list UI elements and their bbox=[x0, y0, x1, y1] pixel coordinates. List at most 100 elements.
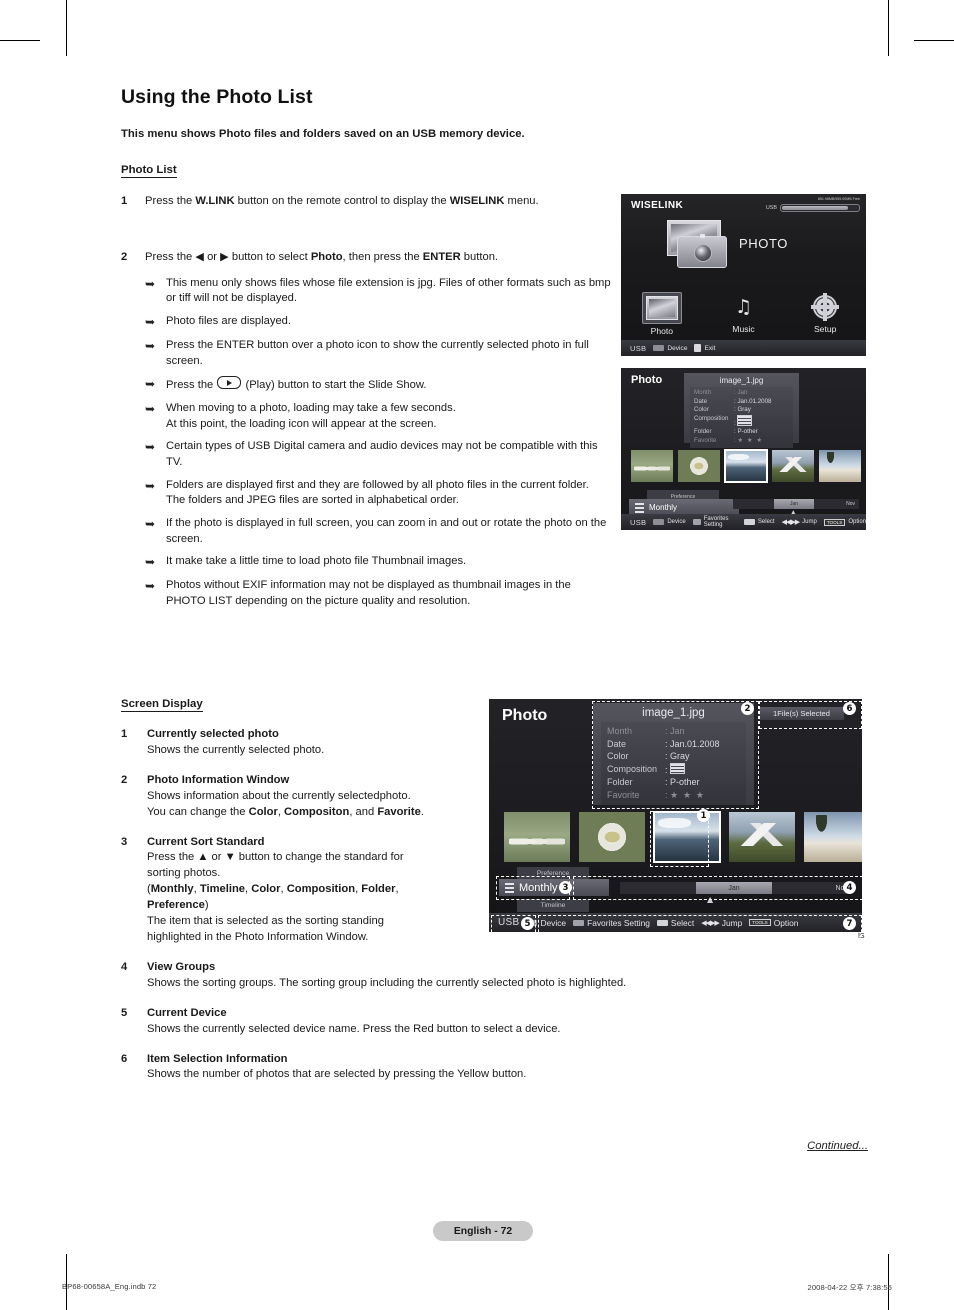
callout-number-6: 6 bbox=[843, 702, 856, 715]
bottom-bar-label: Select bbox=[670, 917, 695, 928]
crop-mark-top-right-h bbox=[914, 40, 954, 41]
favorite-stars: ★ ★ ★ bbox=[737, 436, 764, 444]
bottom-bar-item-favorites-setting[interactable]: Favorites Setting bbox=[692, 516, 737, 528]
bottom-bar-item-select[interactable]: Select bbox=[656, 917, 695, 928]
note-item: ➥ Press the ENTER button over a photo ico… bbox=[145, 338, 611, 369]
info-key: Date bbox=[694, 397, 708, 405]
screen-display-item-4: 4 View Groups Shows the sorting groups. Th… bbox=[121, 960, 821, 992]
bottom-bar-item-exit[interactable]: Exit bbox=[694, 344, 715, 352]
sort-below-label[interactable]: Timeline bbox=[517, 899, 589, 912]
bottom-bar-item-option[interactable]: TOOLS Option bbox=[749, 918, 798, 928]
photo-list-bottom-bar: USB Device Favorites Setting Select ◀◀▶▶ Jump… bbox=[489, 913, 862, 932]
photo-filename: image_1.jpg bbox=[642, 707, 705, 719]
tv-screenshot-photo-list-small: Photo image_1.jpg Month: Jan Date: Jan.01… bbox=[621, 368, 866, 530]
bottom-bar-item-favorites-setting[interactable]: Favorites Setting bbox=[573, 918, 650, 928]
gear-icon bbox=[784, 292, 866, 322]
bottom-bar-item-option[interactable]: TOOLS Option bbox=[823, 518, 866, 526]
photo-information-window-small: image_1.jpg Month: Jan Date: Jan.01.2008 C… bbox=[684, 373, 799, 448]
description-line: Shows the sorting groups. The sorting gr… bbox=[147, 976, 627, 989]
thumbnail-sheep-photo[interactable] bbox=[504, 812, 570, 862]
thumbnail-sea-photo[interactable] bbox=[724, 449, 768, 483]
bottom-bar-label-device: Device bbox=[667, 344, 688, 352]
group-last: Nov bbox=[835, 884, 848, 892]
group-caret: ▲ bbox=[707, 895, 714, 904]
info-key: Month bbox=[694, 389, 712, 396]
step-1: 1 Press the W.LINK button on the remote c… bbox=[121, 194, 611, 210]
thumbnail-flower-photo[interactable] bbox=[579, 812, 645, 862]
view-groups-bar-small[interactable]: Jan Nov bbox=[733, 499, 859, 509]
item-number: 5 bbox=[121, 1006, 128, 1019]
bottom-bar-label: Jump bbox=[802, 519, 817, 525]
item-number: 1 bbox=[121, 728, 128, 740]
bottom-bar-device-name: USB bbox=[498, 917, 520, 928]
note-text: It make take a little time to load photo… bbox=[166, 555, 467, 568]
info-row-folder: Folder: P-other bbox=[694, 428, 789, 437]
thumbnail-flower-photo[interactable] bbox=[678, 450, 720, 482]
bottom-bar-label: Favorites Setting bbox=[587, 917, 650, 928]
info-key: Favorite bbox=[607, 789, 640, 800]
yellow-key-icon bbox=[656, 919, 668, 926]
green-key-icon bbox=[692, 519, 701, 525]
thumbnail-sheep-photo[interactable] bbox=[631, 450, 673, 482]
wiselink-menu-item-setup[interactable]: Setup bbox=[784, 292, 866, 336]
info-key: Composition bbox=[607, 763, 658, 774]
crop-mark-top-left-h bbox=[0, 40, 40, 41]
thumbnail-mountain-photo[interactable] bbox=[729, 812, 795, 862]
description-line: Shows information about the currently se… bbox=[147, 789, 411, 802]
sort-current-label-small: Monthly bbox=[649, 503, 678, 512]
description-line: highlighted in the Photo Information Win… bbox=[147, 930, 369, 943]
info-value: : Jan bbox=[665, 726, 685, 736]
item-number: 4 bbox=[121, 960, 128, 973]
wiselink-menu-item-music[interactable]: ♫ Music bbox=[703, 292, 785, 336]
bottom-bar-label: Option bbox=[848, 519, 866, 525]
photo-thumbnail-strip-small bbox=[631, 449, 861, 483]
bottom-bar-item-select[interactable]: Select bbox=[743, 519, 775, 525]
note-text: Certain types of USB Digital camera and … bbox=[166, 440, 598, 468]
callout-number-7: 7 bbox=[843, 917, 856, 930]
thumbnail-palm-photo[interactable] bbox=[819, 450, 861, 482]
sort-current[interactable]: Monthly bbox=[499, 879, 609, 896]
bottom-bar-item-jump[interactable]: ◀◀▶▶ Jump bbox=[782, 518, 817, 526]
bottom-bar-item-device[interactable]: Device bbox=[653, 519, 686, 525]
info-value: : Jan bbox=[734, 389, 748, 396]
item-number: 2 bbox=[121, 773, 128, 786]
exit-key-icon bbox=[694, 344, 702, 352]
crop-mark-top-left-v bbox=[66, 0, 67, 56]
description-line: Preference) bbox=[147, 899, 209, 912]
bottom-bar-item-jump[interactable]: ◀◀▶▶ Jump bbox=[701, 918, 742, 928]
info-value: : P-other bbox=[734, 428, 758, 436]
page-subtitle: This menu shows Photo files and folders … bbox=[121, 128, 525, 140]
info-row-color: Color: Gray bbox=[607, 750, 740, 763]
item-title: View Groups bbox=[147, 960, 216, 973]
photo-info-table: Month: Jan Date: Jan.01.2008 Color: Gray Co… bbox=[601, 722, 746, 805]
step-text: Press the ◀ or ▶ button to select Photo,… bbox=[145, 250, 499, 263]
note-item: ➥ When moving to a photo, loading may tak… bbox=[145, 401, 611, 432]
wiselink-menu-row: Photo ♫ Music Setup bbox=[621, 292, 866, 336]
screen-display-item-6: 6 Item Selection Information Shows the num… bbox=[121, 1052, 821, 1084]
sort-current-label: Monthly bbox=[519, 881, 558, 894]
info-row-folder: Folder: P-other bbox=[607, 776, 740, 789]
info-value: : ★ ★ ★ bbox=[665, 789, 705, 801]
note-item: ➥ Certain types of USB Digital camera and… bbox=[145, 439, 611, 470]
bottom-bar-item-device[interactable]: Device bbox=[653, 345, 687, 352]
callout-number-4: 4 bbox=[843, 881, 856, 894]
thumbnail-sea-photo[interactable] bbox=[653, 811, 721, 863]
wiselink-menu-item-photo[interactable]: Photo bbox=[621, 292, 703, 336]
info-row-date: Date: Jan.01.2008 bbox=[607, 738, 740, 751]
view-groups-bar[interactable]: Jan Nov bbox=[620, 882, 852, 894]
info-row-month: Month: Jan bbox=[607, 725, 740, 738]
info-key: Folder bbox=[607, 777, 633, 787]
item-title: Item Selection Information bbox=[147, 1052, 288, 1065]
thumbnail-mountain-photo[interactable] bbox=[772, 450, 814, 482]
info-value: : Jan.01.2008 bbox=[734, 397, 772, 405]
note-item: ➥ This menu only shows files whose file e… bbox=[145, 276, 611, 307]
info-key: Date bbox=[607, 738, 627, 749]
bullet-arrow-icon: ➥ bbox=[145, 555, 156, 570]
bottom-bar-label: Device bbox=[667, 519, 686, 525]
green-key-icon bbox=[573, 919, 585, 926]
footer-filename: BP68-00658A_Eng.indb 72 bbox=[62, 1282, 157, 1291]
note-text: If the photo is displayed in full screen… bbox=[166, 517, 607, 545]
note-text: When moving to a photo, loading may take… bbox=[166, 401, 456, 430]
thumbnail-palm-photo[interactable] bbox=[804, 812, 862, 862]
note-text: Press the ENTER button over a photo icon… bbox=[166, 338, 589, 367]
